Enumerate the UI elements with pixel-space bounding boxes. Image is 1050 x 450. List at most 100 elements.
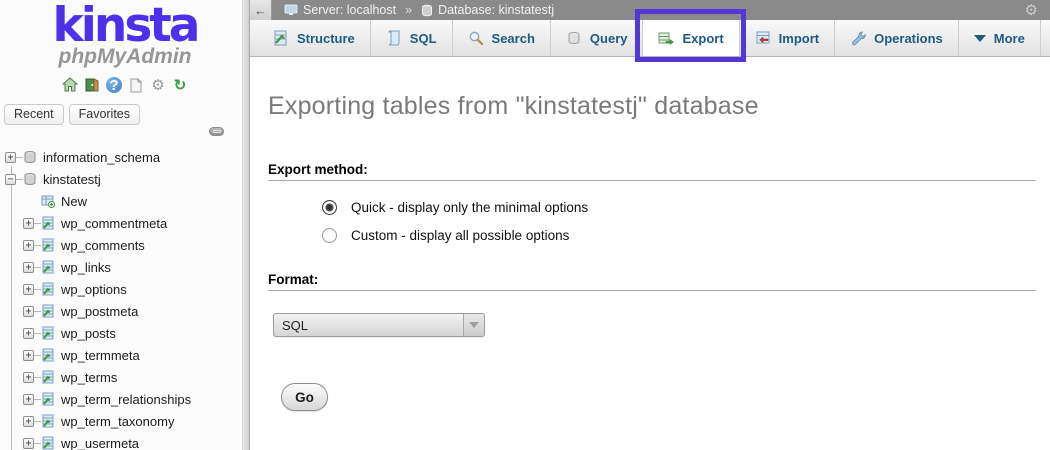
radio-label[interactable]: Custom - display all possible options (351, 228, 569, 243)
tree-item-label: wp_comments (61, 238, 145, 253)
tree-item-table[interactable]: + wp_postmeta (0, 300, 242, 322)
sidebar-toolbar: ? ⚙ ↻ (0, 76, 250, 94)
tree-item-label: wp_postmeta (61, 304, 138, 319)
import-icon (755, 30, 771, 46)
export-method-heading: Export method: (268, 162, 1050, 177)
expand-icon[interactable]: + (23, 328, 34, 339)
tab-more[interactable]: More (959, 20, 1041, 56)
search-icon (468, 30, 484, 46)
export-icon (658, 30, 674, 46)
table-icon (41, 392, 55, 406)
sidebar-resize-handle[interactable] (242, 0, 250, 450)
settings-icon[interactable]: ⚙ (150, 77, 166, 93)
gear-icon[interactable]: ⚙ (1025, 1, 1038, 19)
new-table-icon (41, 194, 55, 208)
radio-label[interactable]: Quick - display only the minimal options (351, 200, 588, 215)
tab-label: Export (682, 31, 723, 46)
tree-item-label: wp_term_relationships (61, 392, 191, 407)
tree-item-table[interactable]: + wp_options (0, 278, 242, 300)
logout-icon[interactable] (84, 77, 100, 93)
expand-icon[interactable]: + (23, 240, 34, 251)
navigation-sidebar: kinsta phpMyAdmin ? ⚙ ↻ Recent Favorites (0, 0, 250, 450)
table-icon (41, 216, 55, 230)
tree-item-database[interactable]: − kinstatestj (0, 168, 242, 190)
page-title: Exporting tables from "kinstatestj" data… (268, 92, 1050, 121)
tab-search[interactable]: Search (453, 20, 551, 56)
tree-item-label: wp_commentmeta (61, 216, 167, 231)
tab-sql[interactable]: SQL (371, 20, 453, 56)
breadcrumb-server[interactable]: Server: localhost (303, 3, 396, 17)
home-icon[interactable] (62, 77, 78, 93)
tree-item-table[interactable]: + wp_posts (0, 322, 242, 344)
tab-query[interactable]: Query (551, 20, 644, 56)
tree-item-table[interactable]: + wp_links (0, 256, 242, 278)
tree-item-table[interactable]: + wp_terms (0, 366, 242, 388)
select-dropdown-arrow-icon[interactable] (463, 314, 484, 336)
tab-operations[interactable]: Operations (835, 20, 959, 56)
refresh-icon[interactable]: ↻ (172, 77, 188, 93)
expand-icon[interactable]: + (23, 262, 34, 273)
tree-item-table[interactable]: + wp_commentmeta (0, 212, 242, 234)
query-icon (566, 30, 582, 46)
tree-item-new-table[interactable]: New (0, 190, 242, 212)
tab-label: More (994, 31, 1025, 46)
radio-unselected-icon[interactable] (322, 228, 337, 243)
tab-label: Import (779, 31, 819, 46)
kinsta-logo: kinsta (0, 0, 250, 49)
link-icon[interactable] (209, 127, 224, 136)
tree-item-table[interactable]: + wp_usermeta (0, 432, 242, 450)
table-icon (41, 238, 55, 252)
export-page-content: Exporting tables from "kinstatestj" data… (250, 57, 1050, 450)
expand-icon[interactable]: + (23, 218, 34, 229)
format-section: Format: SQL (268, 272, 1050, 337)
expand-icon[interactable]: + (23, 438, 34, 449)
section-divider (268, 290, 1036, 291)
tab-label: SQL (410, 31, 437, 46)
favorites-button[interactable]: Favorites (69, 104, 140, 125)
docs-icon[interactable] (128, 77, 144, 93)
help-icon[interactable]: ? (106, 77, 122, 93)
tree-item-label: wp_usermeta (61, 436, 139, 450)
database-icon (23, 172, 37, 186)
operations-icon (850, 30, 866, 46)
go-button[interactable]: Go (281, 383, 328, 411)
expand-icon[interactable]: + (23, 306, 34, 317)
expand-icon[interactable]: + (23, 350, 34, 361)
tab-export[interactable]: Export (643, 20, 739, 56)
table-icon (41, 260, 55, 274)
table-icon (41, 414, 55, 428)
tree-item-label: kinstatestj (43, 172, 101, 187)
back-button[interactable]: ← (250, 0, 272, 20)
expand-icon[interactable]: + (23, 372, 34, 383)
format-select[interactable]: SQL (273, 313, 485, 337)
collapse-icon[interactable]: − (5, 174, 16, 185)
export-method-option-quick[interactable]: Quick - display only the minimal options (322, 200, 1050, 215)
radio-selected-icon[interactable] (322, 200, 337, 215)
expand-icon[interactable]: + (23, 416, 34, 427)
recent-button[interactable]: Recent (4, 104, 64, 125)
tab-import[interactable]: Import (740, 20, 835, 56)
tree-item-label: information_schema (43, 150, 160, 165)
tree-item-table[interactable]: + wp_comments (0, 234, 242, 256)
tree-item-label: New (61, 194, 87, 209)
expand-icon[interactable]: + (5, 152, 16, 163)
tree-item-database[interactable]: + information_schema (0, 146, 242, 168)
breadcrumb-database[interactable]: Database: kinstatestj (438, 3, 554, 17)
expand-icon[interactable]: + (23, 394, 34, 405)
tree-item-label: wp_terms (61, 370, 117, 385)
phpmyadmin-logo-text: phpMyAdmin (0, 45, 250, 69)
database-tab-bar: Structure SQL Search Query Export (250, 20, 1050, 57)
section-divider (268, 180, 1036, 181)
expand-icon[interactable]: + (23, 284, 34, 295)
tree-item-label: wp_term_taxonomy (61, 414, 174, 429)
tree-item-table[interactable]: + wp_termmeta (0, 344, 242, 366)
export-method-option-custom[interactable]: Custom - display all possible options (322, 228, 1050, 243)
table-icon (41, 326, 55, 340)
recent-favorites-row: Recent Favorites (4, 104, 250, 125)
tree-item-label: wp_posts (61, 326, 116, 341)
tree-item-table[interactable]: + wp_term_relationships (0, 388, 242, 410)
tree-item-table[interactable]: + wp_term_taxonomy (0, 410, 242, 432)
tab-structure[interactable]: Structure (258, 20, 371, 56)
format-heading: Format: (268, 272, 1050, 287)
table-icon (41, 304, 55, 318)
